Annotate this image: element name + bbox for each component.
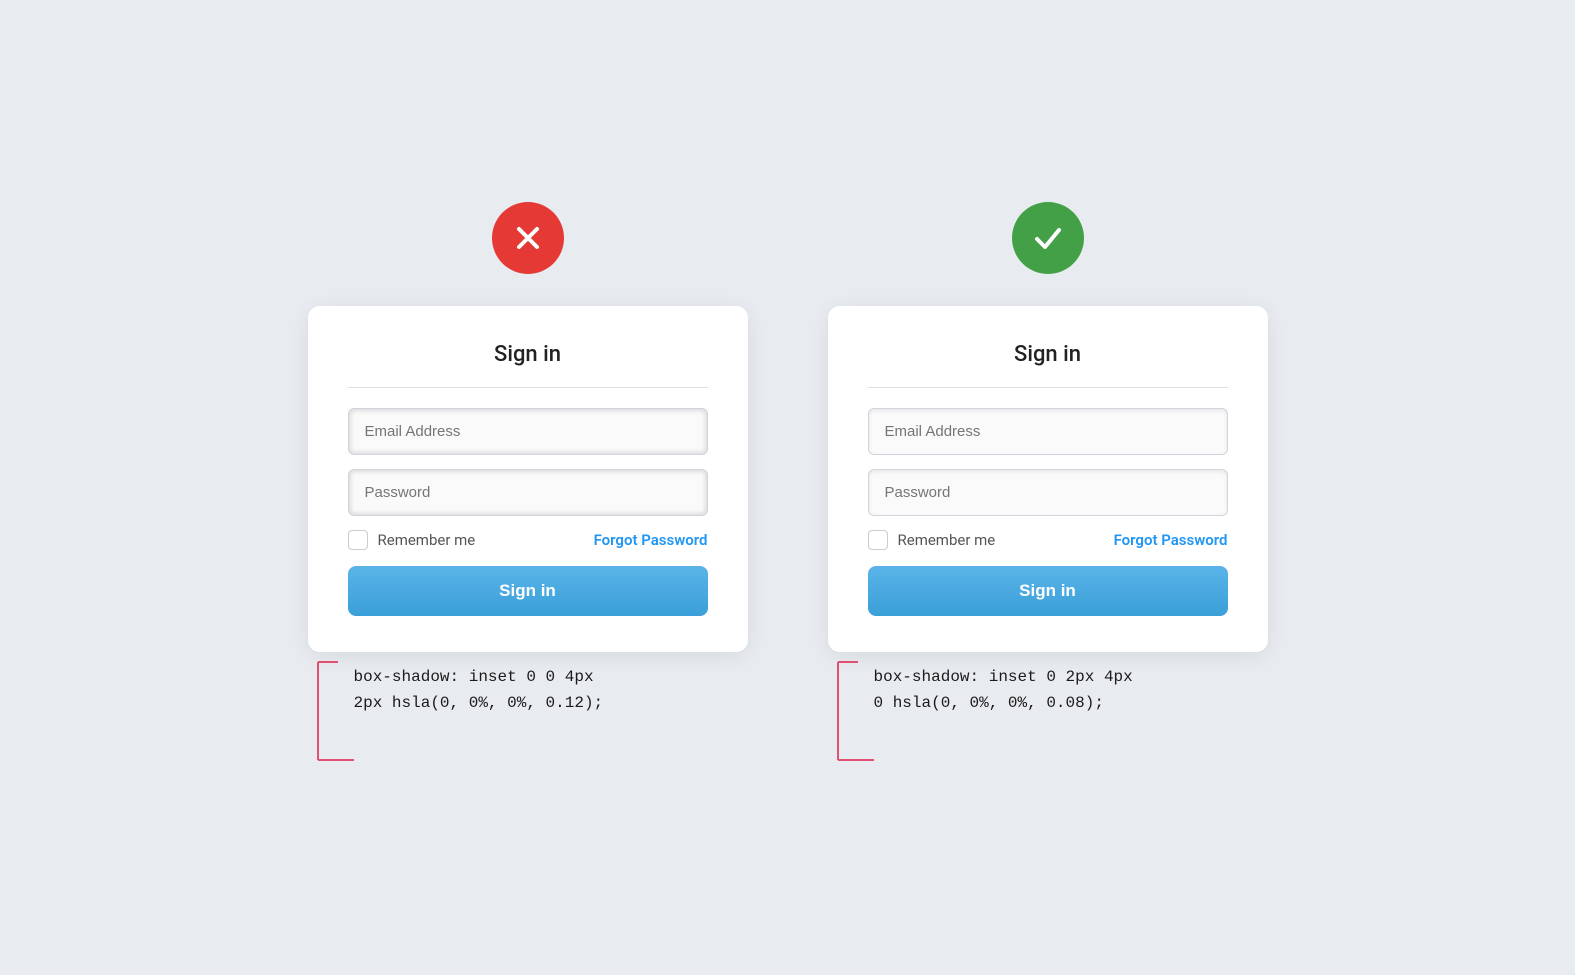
good-code-text: box-shadow: inset 0 2px 4px 0 hsla(0, 0%… bbox=[874, 660, 1133, 717]
bad-bracket bbox=[308, 660, 354, 774]
bad-panel: Sign in Remember me Forgot Password Sign… bbox=[308, 202, 748, 774]
good-email-group bbox=[868, 408, 1228, 455]
good-forgot-link[interactable]: Forgot Password bbox=[1114, 531, 1228, 549]
good-password-group bbox=[868, 469, 1228, 516]
check-icon bbox=[1030, 220, 1066, 256]
good-annotation: box-shadow: inset 0 2px 4px 0 hsla(0, 0%… bbox=[828, 652, 1268, 774]
bad-forgot-link[interactable]: Forgot Password bbox=[594, 531, 708, 549]
bad-remember-row: Remember me Forgot Password bbox=[348, 530, 708, 550]
good-bracket bbox=[828, 660, 874, 774]
good-panel: Sign in Remember me Forgot Password Sign… bbox=[828, 202, 1268, 774]
good-card-divider bbox=[868, 387, 1228, 388]
good-sign-in-button[interactable]: Sign in bbox=[868, 566, 1228, 616]
good-remember-label: Remember me bbox=[898, 531, 996, 549]
good-card: Sign in Remember me Forgot Password Sign… bbox=[828, 306, 1268, 652]
bad-sign-in-button[interactable]: Sign in bbox=[348, 566, 708, 616]
good-password-input[interactable] bbox=[868, 469, 1228, 516]
bad-badge bbox=[492, 202, 564, 274]
bad-password-input[interactable] bbox=[348, 469, 708, 516]
good-remember-left: Remember me bbox=[868, 530, 996, 550]
good-email-input[interactable] bbox=[868, 408, 1228, 455]
bad-card-title: Sign in bbox=[348, 342, 708, 367]
bad-card-divider bbox=[348, 387, 708, 388]
bad-email-input[interactable] bbox=[348, 408, 708, 455]
good-badge bbox=[1012, 202, 1084, 274]
bad-annotation: box-shadow: inset 0 0 4px 2px hsla(0, 0%… bbox=[308, 652, 748, 774]
bad-email-group bbox=[348, 408, 708, 455]
x-icon bbox=[510, 220, 546, 256]
bad-remember-checkbox[interactable] bbox=[348, 530, 368, 550]
bad-remember-label: Remember me bbox=[378, 531, 476, 549]
good-card-title: Sign in bbox=[868, 342, 1228, 367]
bad-remember-left: Remember me bbox=[348, 530, 476, 550]
good-remember-checkbox[interactable] bbox=[868, 530, 888, 550]
good-card-wrapper: Sign in Remember me Forgot Password Sign… bbox=[828, 306, 1268, 774]
bad-card: Sign in Remember me Forgot Password Sign… bbox=[308, 306, 748, 652]
bad-card-wrapper: Sign in Remember me Forgot Password Sign… bbox=[308, 306, 748, 774]
good-remember-row: Remember me Forgot Password bbox=[868, 530, 1228, 550]
bad-password-group bbox=[348, 469, 708, 516]
bad-code-text: box-shadow: inset 0 0 4px 2px hsla(0, 0%… bbox=[354, 660, 604, 717]
